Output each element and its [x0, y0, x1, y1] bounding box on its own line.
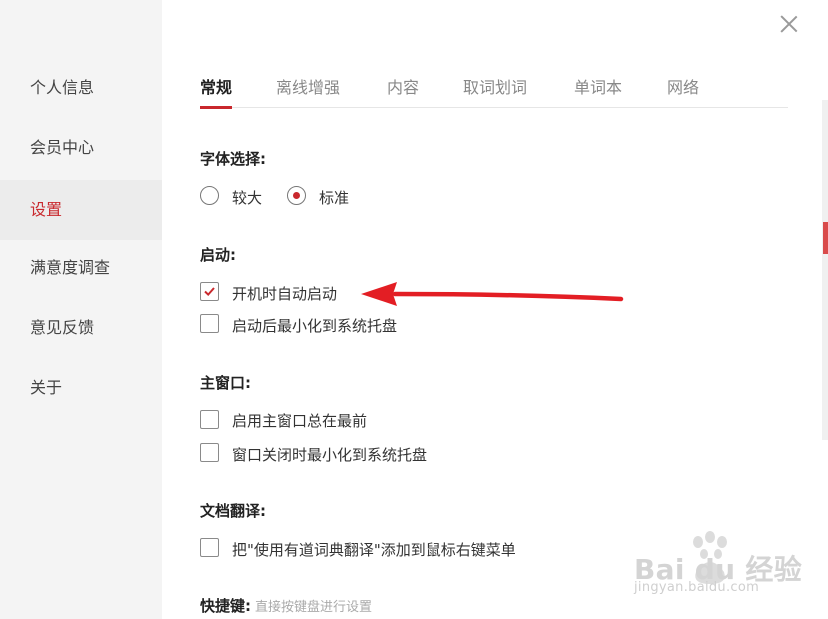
- settings-tabs: 常规 离线增强 内容 取词划词 单词本 网络: [200, 60, 788, 109]
- sidebar-item-personal-info[interactable]: 个人信息: [0, 58, 162, 118]
- sidebar-item-settings[interactable]: 设置: [0, 180, 162, 240]
- checkbox-always-on-top-label[interactable]: 启用主窗口总在最前: [232, 410, 367, 431]
- radio-font-large-label[interactable]: 较大: [232, 187, 262, 208]
- tab-general[interactable]: 常规: [200, 74, 233, 109]
- radio-font-large[interactable]: [200, 186, 219, 205]
- checkbox-always-on-top[interactable]: [200, 410, 219, 429]
- tab-word-capture[interactable]: 取词划词: [463, 74, 527, 108]
- settings-sidebar: 个人信息 会员中心 设置 满意度调查 意见反馈 关于: [0, 0, 162, 619]
- annotation-arrow-icon: [361, 282, 624, 306]
- hotkey-hint: 直接按键盘进行设置: [255, 600, 373, 615]
- hotkey-section-title: 快捷键: 直接按键盘进行设置: [200, 595, 372, 616]
- checkbox-minimize-on-start-label[interactable]: 启动后最小化到系统托盘: [232, 315, 397, 336]
- sidebar-item-feedback[interactable]: 意见反馈: [0, 298, 162, 358]
- watermark-url: jingyan.baidu.com: [634, 580, 760, 595]
- startup-section-title: 启动:: [200, 246, 236, 264]
- scrollbar-track[interactable]: [822, 100, 828, 440]
- checkbox-minimize-on-start[interactable]: [200, 314, 219, 333]
- tab-network[interactable]: 网络: [667, 74, 699, 108]
- sidebar-item-member-center[interactable]: 会员中心: [0, 118, 162, 178]
- tab-offline-enhance[interactable]: 离线增强: [276, 74, 340, 108]
- main-window-section-title: 主窗口:: [200, 374, 251, 392]
- checkbox-context-menu-translate[interactable]: [200, 538, 219, 557]
- tab-wordbook[interactable]: 单词本: [574, 74, 622, 108]
- scrollbar-marker: [823, 222, 828, 254]
- checkbox-auto-start-label[interactable]: 开机时自动启动: [232, 283, 337, 304]
- radio-font-standard[interactable]: [287, 186, 306, 205]
- checkmark-icon: [204, 287, 215, 297]
- checkbox-auto-start[interactable]: [200, 282, 219, 301]
- checkbox-context-menu-translate-label[interactable]: 把"使用有道词典翻译"添加到鼠标右键菜单: [232, 539, 516, 560]
- checkbox-minimize-on-close[interactable]: [200, 443, 219, 462]
- sidebar-item-about[interactable]: 关于: [0, 358, 162, 418]
- sidebar-item-satisfaction-survey[interactable]: 满意度调查: [0, 238, 162, 298]
- checkbox-minimize-on-close-label[interactable]: 窗口关闭时最小化到系统托盘: [232, 444, 427, 465]
- close-icon[interactable]: [779, 14, 799, 34]
- radio-font-standard-label[interactable]: 标准: [319, 187, 349, 208]
- doc-translate-section-title: 文档翻译:: [200, 502, 266, 520]
- font-section-title: 字体选择:: [200, 150, 266, 168]
- tab-content[interactable]: 内容: [387, 74, 419, 108]
- hotkey-title-text: 快捷键:: [200, 597, 251, 615]
